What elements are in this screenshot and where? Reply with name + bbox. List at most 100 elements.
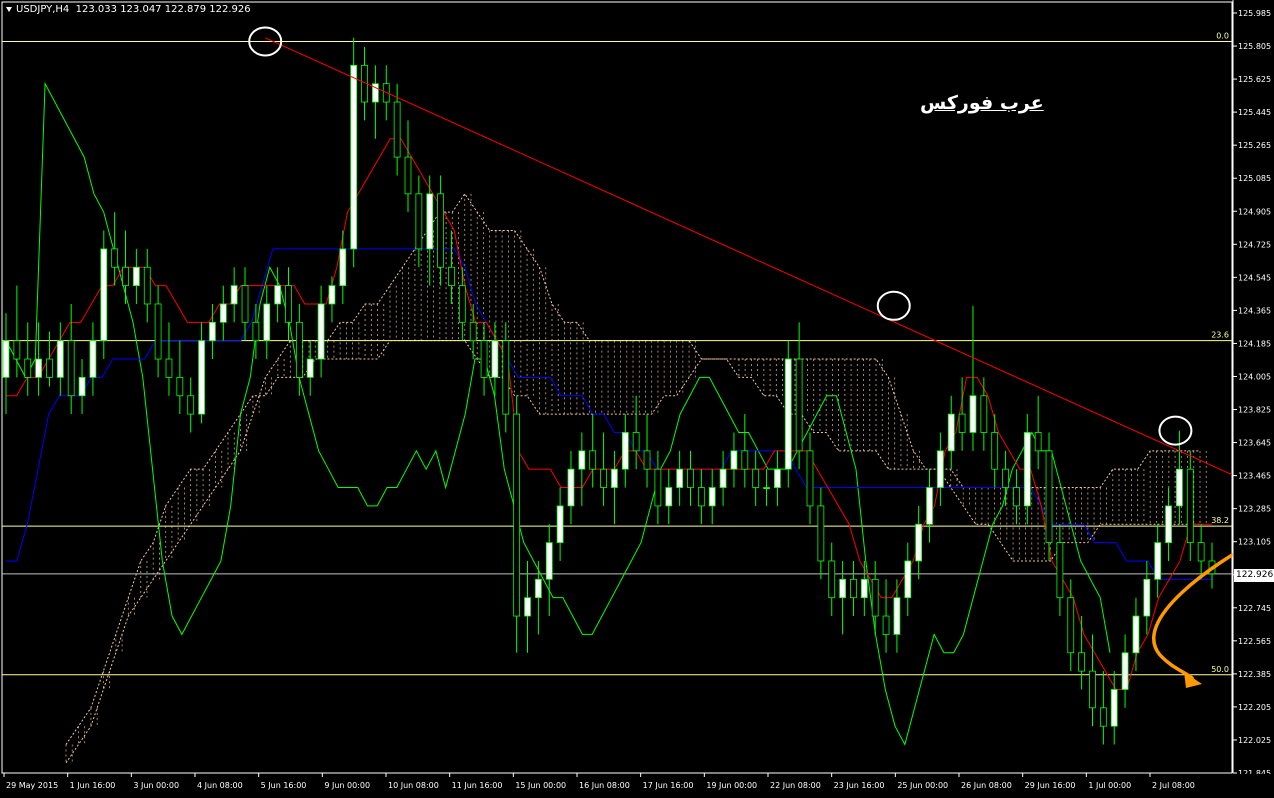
y-tick-label: 122.385 bbox=[1238, 670, 1271, 679]
candle-body bbox=[741, 450, 749, 470]
candle-body bbox=[665, 487, 673, 507]
y-tick-label: 125.085 bbox=[1238, 174, 1271, 183]
candle-body bbox=[469, 321, 477, 342]
candle-body bbox=[730, 450, 738, 470]
price-chart[interactable]: 0.0 23.6 38.2 50.0 125.985 125.805 125.625 125.… bbox=[0, 0, 1274, 798]
candle-body bbox=[687, 468, 694, 488]
x-tick-label: 9 Jun 00:00 bbox=[324, 781, 370, 790]
candle-body bbox=[2, 340, 10, 378]
x-tick-label: 1 Jun 16:00 bbox=[70, 781, 116, 790]
candle-body bbox=[1078, 652, 1086, 672]
candle-body bbox=[589, 450, 597, 470]
candle-body bbox=[89, 340, 97, 378]
candle-body bbox=[882, 615, 890, 635]
candle-body bbox=[752, 468, 760, 488]
x-tick-label: 17 Jun 16:00 bbox=[643, 781, 694, 790]
candle-body bbox=[415, 193, 423, 250]
candle-body bbox=[1013, 487, 1020, 507]
y-tick-label: 124.185 bbox=[1238, 339, 1271, 348]
candle-body bbox=[893, 597, 901, 635]
candle-body bbox=[1197, 542, 1205, 562]
candle-body bbox=[1132, 615, 1140, 654]
candle-body bbox=[274, 285, 282, 305]
highlight-circle bbox=[876, 290, 911, 321]
candle-body bbox=[176, 376, 184, 397]
y-tick-label: 123.105 bbox=[1238, 538, 1271, 547]
y-tick-label: 125.805 bbox=[1238, 42, 1271, 51]
candle-body bbox=[241, 285, 249, 323]
tenkan-sen-line bbox=[6, 138, 1212, 690]
y-tick-label: 124.005 bbox=[1238, 372, 1271, 381]
candle-body bbox=[1099, 707, 1107, 727]
candle-body bbox=[67, 340, 75, 397]
candle-body bbox=[817, 505, 825, 562]
chart-header: USDJPY,H4 123.033 123.047 122.879 122.92… bbox=[6, 4, 251, 15]
candle-body bbox=[1045, 450, 1053, 544]
candle-body bbox=[1023, 432, 1031, 507]
x-tick-label: 15 Jun 00:00 bbox=[515, 781, 566, 790]
y-tick-label: 123.645 bbox=[1238, 439, 1271, 448]
candle-body bbox=[774, 468, 781, 488]
y-tick-label: 122.025 bbox=[1238, 736, 1271, 745]
candle-body bbox=[513, 413, 521, 617]
candles bbox=[2, 37, 1216, 745]
y-tick-label: 122.745 bbox=[1238, 604, 1271, 613]
y-tick-label: 125.625 bbox=[1238, 75, 1271, 84]
candle-body bbox=[708, 487, 716, 507]
x-tick-label: 29 Jun 16:00 bbox=[1025, 781, 1076, 790]
y-tick-label: 123.825 bbox=[1238, 406, 1271, 415]
y-tick-label: 124.545 bbox=[1238, 273, 1271, 282]
candle-body bbox=[1067, 597, 1075, 654]
y-tick-label: 124.725 bbox=[1238, 240, 1271, 249]
candle-body bbox=[654, 468, 662, 507]
candle-body bbox=[719, 468, 727, 488]
candle-body bbox=[860, 578, 868, 599]
candle-body bbox=[621, 432, 629, 470]
descending-trendline bbox=[265, 37, 1233, 476]
candle-body bbox=[1056, 542, 1064, 599]
candle-body bbox=[947, 413, 955, 452]
candle-body bbox=[154, 303, 162, 360]
x-tick-label: 29 May 2015 bbox=[6, 781, 58, 790]
candle-body bbox=[806, 450, 814, 507]
candle-body bbox=[230, 285, 238, 305]
x-tick-label: 5 Jun 16:00 bbox=[261, 781, 307, 790]
candle-body bbox=[545, 542, 553, 580]
candle-body bbox=[850, 578, 857, 599]
x-tick-label: 1 Jul 00:00 bbox=[1088, 781, 1131, 790]
candle-body bbox=[534, 578, 542, 599]
x-tick-label: 26 Jun 08:00 bbox=[961, 781, 1012, 790]
candle-body bbox=[219, 303, 227, 323]
dropdown-triangle-icon[interactable] bbox=[6, 6, 12, 12]
y-tick-label: 124.365 bbox=[1238, 306, 1271, 315]
candle-body bbox=[1186, 468, 1194, 544]
candle-body bbox=[632, 432, 640, 452]
symbol-label: USDJPY,H4 bbox=[16, 4, 70, 15]
current-price-tag: 122.926 bbox=[1234, 569, 1274, 582]
candle-body bbox=[132, 266, 140, 287]
candle-body bbox=[958, 413, 966, 433]
y-tick-label: 122.205 bbox=[1238, 703, 1271, 712]
time-axis-bg bbox=[0, 774, 1274, 798]
y-tick-label: 125.985 bbox=[1238, 9, 1271, 18]
candle-body bbox=[969, 395, 977, 433]
candle-body bbox=[980, 395, 988, 433]
candle-body bbox=[676, 468, 684, 488]
plot-frame bbox=[1, 1, 1233, 774]
candle-body bbox=[263, 303, 271, 342]
x-tick-label: 11 Jun 16:00 bbox=[452, 781, 503, 790]
candle-body bbox=[285, 285, 292, 323]
candle-body bbox=[111, 248, 119, 268]
y-tick-label: 124.905 bbox=[1238, 207, 1271, 216]
candle-body bbox=[24, 358, 32, 378]
candle-body bbox=[1154, 542, 1162, 580]
chart-window: 0.0 23.6 38.2 50.0 125.985 125.805 125.625 125.… bbox=[0, 0, 1274, 798]
candle-body bbox=[936, 450, 944, 488]
candle-body bbox=[915, 523, 923, 562]
candle-body bbox=[328, 285, 336, 305]
candle-body bbox=[339, 248, 347, 287]
candle-body bbox=[143, 266, 151, 305]
candle-body bbox=[1121, 652, 1129, 690]
candle-body bbox=[198, 340, 205, 415]
candle-body bbox=[78, 376, 86, 397]
